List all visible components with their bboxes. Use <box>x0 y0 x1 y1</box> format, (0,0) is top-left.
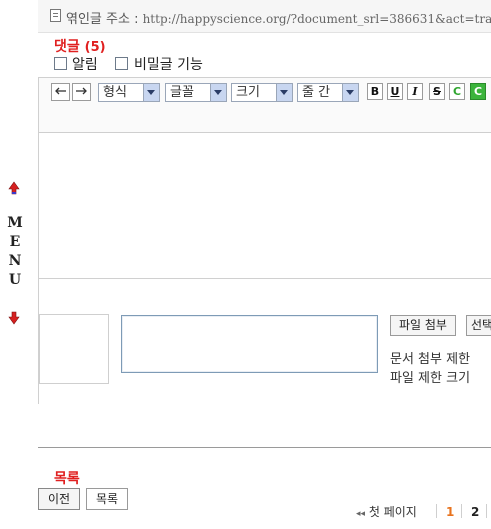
size-select-value: 크기 <box>236 85 260 100</box>
undo-arrow-icon <box>55 87 66 95</box>
attached-file-list[interactable] <box>121 315 378 373</box>
section-divider <box>38 447 491 448</box>
chevron-down-icon <box>210 84 226 101</box>
prev-button[interactable]: 이전 <box>38 488 81 510</box>
trackback-label-text: 엮인글 주소 : <box>66 12 143 27</box>
attach-limit-info: 문서 첨부 제한 <box>390 352 471 367</box>
redo-arrow-icon <box>76 87 87 95</box>
chevron-down-icon <box>342 84 358 101</box>
menu-letter-m[interactable]: M <box>7 215 23 231</box>
page-2-link[interactable]: 2 <box>471 505 479 519</box>
strike-button[interactable]: S <box>429 83 445 100</box>
menu-letter-u[interactable]: U <box>7 272 23 288</box>
document-icon <box>50 9 61 22</box>
file-size-limit-info: 파일 제한 크기 <box>390 371 471 386</box>
page-1-link[interactable]: 1 <box>446 505 454 519</box>
double-chevron-left-icon: ◂◂ <box>356 509 366 519</box>
menu-letter-e[interactable]: E <box>7 234 23 250</box>
format-select-value: 형식 <box>103 85 127 100</box>
font-select[interactable]: 글꼴 <box>165 83 227 102</box>
editor-toolbar: 형식 글꼴 크기 줄 간 B U I S C C <box>39 78 491 133</box>
background-color-button[interactable]: C <box>470 83 486 100</box>
secret-label: 비밀글 기능 <box>134 57 203 73</box>
line-height-select-value: 줄 간 <box>302 85 331 100</box>
first-page-label: 첫 페이지 <box>368 505 417 519</box>
trackback-url[interactable]: http://happyscience.org/?document_srl=38… <box>143 12 491 26</box>
notify-label: 알림 <box>72 57 98 73</box>
comments-count: (5) <box>84 40 106 55</box>
page-separator <box>436 504 437 518</box>
page-separator <box>461 504 462 518</box>
menu-down-arrow-icon[interactable] <box>7 311 21 325</box>
list-title: 목록 <box>54 471 80 487</box>
bold-button[interactable]: B <box>367 83 383 100</box>
menu-letter-n[interactable]: N <box>7 253 23 269</box>
chevron-down-icon <box>143 84 159 101</box>
comment-editor: 형식 글꼴 크기 줄 간 B U I S C C <box>38 77 491 297</box>
font-color-button[interactable]: C <box>449 83 465 100</box>
trackback-row: 엮인글 주소 : http://happyscience.org/?docume… <box>38 0 491 33</box>
attachment-preview <box>39 314 109 384</box>
select-button[interactable]: 선택 <box>466 315 491 336</box>
file-attach-area: 파일 첨부 선택 문서 첨부 제한 파일 제한 크기 <box>38 296 491 404</box>
first-page-link[interactable]: ◂◂ 첫 페이지 <box>356 503 417 520</box>
trackback-label: 엮인글 주소 : http://happyscience.org/?docume… <box>66 8 491 27</box>
comments-title: 댓글 (5) <box>54 36 106 56</box>
editor-content-area[interactable] <box>39 133 491 279</box>
page-separator <box>486 504 487 518</box>
list-button[interactable]: 목록 <box>86 488 129 510</box>
undo-button[interactable] <box>51 83 70 101</box>
notify-checkbox[interactable] <box>54 57 67 70</box>
format-select[interactable]: 형식 <box>98 83 160 102</box>
font-select-value: 글꼴 <box>170 85 194 100</box>
chevron-down-icon <box>276 84 292 101</box>
underline-button[interactable]: U <box>387 83 403 100</box>
redo-button[interactable] <box>72 83 91 101</box>
menu-up-arrow-icon[interactable] <box>7 181 21 195</box>
secret-checkbox[interactable] <box>115 57 128 70</box>
italic-button[interactable]: I <box>407 83 423 100</box>
file-attach-button[interactable]: 파일 첨부 <box>390 315 456 336</box>
comments-title-text: 댓글 <box>54 39 80 55</box>
size-select[interactable]: 크기 <box>231 83 293 102</box>
line-height-select[interactable]: 줄 간 <box>297 83 359 102</box>
